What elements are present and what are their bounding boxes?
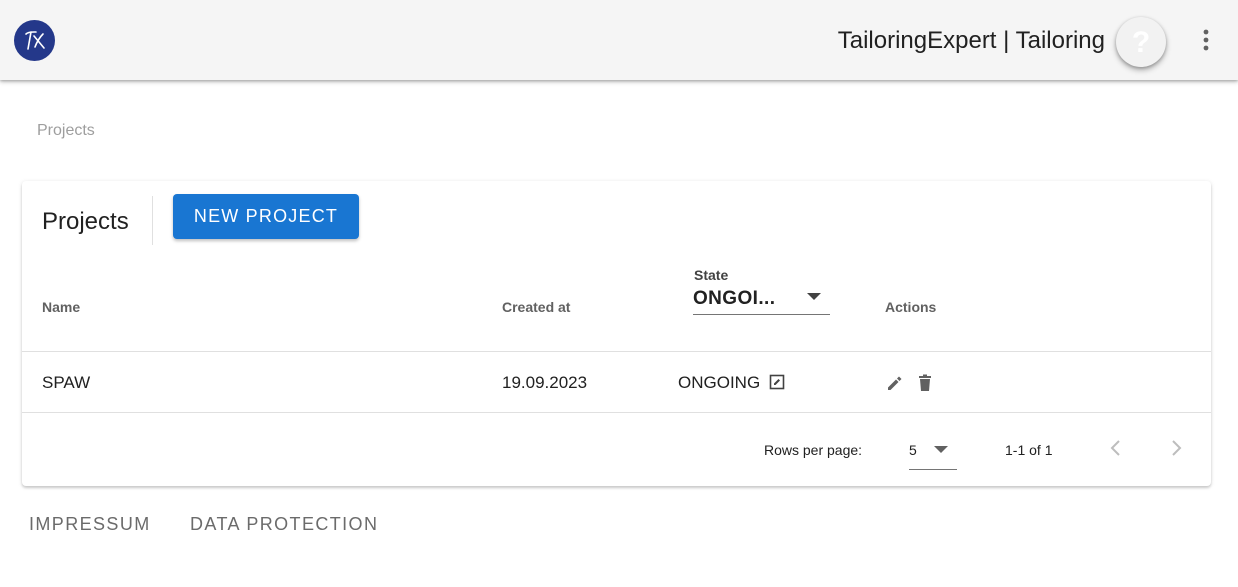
card-title: Projects (42, 208, 129, 235)
rows-per-page-label: Rows per page: (764, 442, 863, 458)
header-divider (22, 351, 1211, 352)
dropdown-arrow-icon (934, 446, 948, 453)
breadcrumb[interactable]: Projects (37, 122, 95, 140)
edit-icon[interactable] (886, 374, 904, 392)
more-vert-icon[interactable] (1194, 26, 1218, 54)
data-protection-link[interactable]: DATA PROTECTION (190, 514, 378, 535)
edit-state-icon[interactable] (769, 374, 785, 390)
cell-state: ONGOING (678, 373, 785, 393)
dropdown-arrow-icon (807, 293, 821, 300)
title-divider (152, 196, 153, 245)
impressum-link[interactable]: IMPRESSUM (29, 514, 151, 535)
projects-card: Projects NEW PROJECT Name Created at Sta… (22, 181, 1211, 486)
app-logo[interactable] (14, 20, 55, 61)
state-filter-value: ONGOI... (693, 288, 776, 309)
state-filter-select[interactable]: State ONGOI... (693, 264, 830, 315)
column-header-created-at[interactable]: Created at (502, 299, 570, 315)
chevron-right-icon[interactable] (1167, 438, 1185, 458)
column-header-actions: Actions (885, 299, 937, 315)
rows-per-page-value: 5 (909, 442, 917, 458)
column-header-name[interactable]: Name (42, 299, 80, 315)
help-icon: ? (1131, 26, 1151, 59)
rows-per-page-select[interactable]: 5 (909, 433, 957, 470)
logo-mark (25, 31, 45, 50)
app-bar: TailoringExpert | Tailoring ? (0, 0, 1238, 80)
delete-icon[interactable] (917, 374, 933, 392)
app-title: TailoringExpert | Tailoring (837, 27, 1105, 54)
pagination-range: 1-1 of 1 (1005, 442, 1053, 458)
chevron-left-icon[interactable] (1107, 438, 1125, 458)
state-filter-label: State (694, 267, 729, 283)
cell-name[interactable]: SPAW (42, 373, 90, 393)
new-project-button[interactable]: NEW PROJECT (173, 194, 359, 239)
row-divider (22, 412, 1211, 413)
state-value: ONGOING (678, 373, 761, 392)
help-button[interactable]: ? (1116, 17, 1166, 67)
cell-created-at: 19.09.2023 (502, 373, 588, 392)
